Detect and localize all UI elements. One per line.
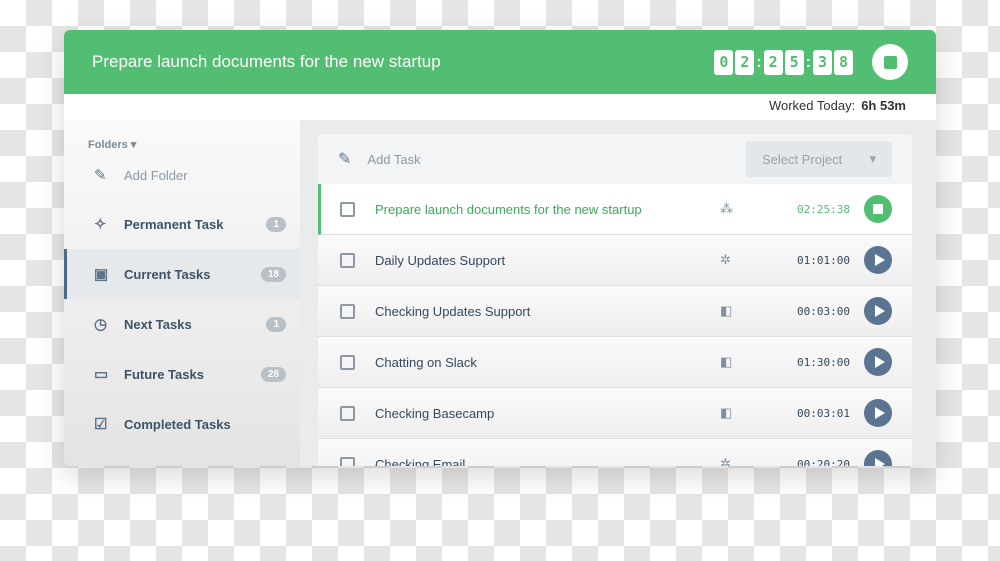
sidebar-item-next-tasks[interactable]: ◷ Next Tasks 1 bbox=[64, 299, 300, 349]
select-project-label: Select Project bbox=[762, 151, 843, 167]
trello-icon: ◧ bbox=[720, 405, 733, 420]
task-row[interactable]: Prepare launch documents for the new sta… bbox=[318, 184, 912, 235]
task-checkbox[interactable] bbox=[340, 201, 355, 217]
clickup-icon: ✲ bbox=[720, 456, 731, 466]
sidebar-item-label: Future Tasks bbox=[124, 366, 204, 382]
trello-icon: ◧ bbox=[720, 303, 733, 318]
add-folder-button[interactable]: ✎ Add Folder bbox=[64, 151, 300, 199]
play-icon bbox=[874, 458, 885, 466]
sidebar-item-permanent-task[interactable]: ✧ Permanent Task 1 bbox=[64, 199, 300, 249]
task-row[interactable]: Checking Updates Support ◧ 00:03:00 bbox=[318, 286, 912, 337]
task-time: 01:30:00 bbox=[797, 355, 850, 369]
sidebar-item-label: Current Tasks bbox=[124, 266, 211, 282]
stop-icon bbox=[873, 204, 883, 214]
timer-digit: 2 bbox=[735, 49, 755, 75]
add-task-input[interactable]: Add Task bbox=[367, 152, 746, 167]
task-name: Prepare launch documents for the new sta… bbox=[375, 201, 642, 217]
play-icon bbox=[874, 407, 885, 419]
task-time: 00:03:01 bbox=[797, 406, 850, 420]
clickup-icon: ✲ bbox=[720, 252, 731, 267]
pencil-icon: ✎ bbox=[338, 151, 352, 168]
folders-label: Folders bbox=[88, 139, 128, 151]
play-icon bbox=[874, 305, 885, 317]
inbox-icon: ▣ bbox=[94, 266, 109, 283]
task-checkbox[interactable] bbox=[340, 405, 355, 421]
sidebar-item-label: Completed Tasks bbox=[124, 416, 231, 432]
timer-digit: 5 bbox=[784, 49, 804, 75]
task-row[interactable]: Checking Basecamp ◧ 00:03:01 bbox=[318, 388, 912, 439]
task-time: 00:03:00 bbox=[797, 304, 850, 318]
play-task-button[interactable] bbox=[864, 399, 892, 427]
stop-timer-button[interactable] bbox=[872, 44, 908, 80]
caret-down-icon: ▾ bbox=[869, 151, 876, 166]
task-name: Checking Basecamp bbox=[375, 405, 495, 421]
play-task-button[interactable] bbox=[864, 297, 892, 325]
running-task-title: Prepare launch documents for the new sta… bbox=[92, 52, 441, 71]
sidebar-item-label: Permanent Task bbox=[124, 216, 224, 232]
sidebar: Folders ▾ ✎ Add Folder ✧ Permanent Task 1 ▣… bbox=[64, 120, 300, 466]
play-task-button[interactable] bbox=[864, 246, 892, 274]
worked-value: 6h 53m bbox=[861, 98, 906, 113]
clock-icon: ◷ bbox=[94, 316, 108, 333]
timer-digit: 2 bbox=[763, 49, 783, 75]
task-name: Daily Updates Support bbox=[375, 252, 506, 268]
count-badge: 28 bbox=[260, 366, 286, 382]
worked-today: Worked Today: 6h 53m bbox=[64, 94, 936, 120]
task-time: 01:01:00 bbox=[797, 253, 850, 267]
play-icon bbox=[874, 356, 885, 368]
timer-digit: 0 bbox=[714, 49, 734, 75]
task-row[interactable]: Daily Updates Support ✲ 01:01:00 bbox=[318, 235, 912, 286]
play-icon bbox=[874, 254, 885, 266]
sidebar-item-label: Next Tasks bbox=[124, 316, 192, 332]
sidebar-item-current-tasks[interactable]: ▣ Current Tasks 18 bbox=[64, 249, 300, 299]
stop-task-button[interactable] bbox=[864, 195, 892, 223]
task-name: Checking Updates Support bbox=[375, 303, 531, 319]
timer-digit: 8 bbox=[834, 49, 853, 75]
play-task-button[interactable] bbox=[864, 348, 892, 376]
add-folder-label: Add Folder bbox=[124, 167, 188, 183]
caret-down-icon: ▾ bbox=[130, 139, 137, 151]
count-badge: 18 bbox=[260, 266, 286, 282]
task-time: 00:20:20 bbox=[797, 457, 850, 467]
pin-icon: ✧ bbox=[94, 216, 107, 233]
task-name: Checking Email bbox=[375, 456, 466, 467]
time-tracker-app: Prepare launch documents for the new sta… bbox=[64, 30, 936, 466]
task-row[interactable]: Checking Email ✲ 00:20:20 bbox=[318, 439, 912, 466]
task-name: Chatting on Slack bbox=[375, 354, 477, 370]
count-badge: 1 bbox=[266, 216, 286, 232]
folder-check-icon: ☑ bbox=[94, 416, 108, 433]
trello-icon: ◧ bbox=[720, 354, 733, 369]
calendar-icon: ▭ bbox=[94, 366, 109, 383]
task-panel: ✎ Add Task Select Project ▾ Prepare launc… bbox=[300, 120, 936, 466]
sidebar-item-completed-tasks[interactable]: ☑ Completed Tasks bbox=[64, 399, 300, 449]
pencil-icon: ✎ bbox=[94, 167, 107, 184]
sidebar-item-future-tasks[interactable]: ▭ Future Tasks 28 bbox=[64, 349, 300, 399]
timer-display: 02:25:38 bbox=[713, 49, 854, 75]
task-checkbox[interactable] bbox=[340, 354, 355, 370]
folders-dropdown[interactable]: Folders ▾ bbox=[64, 138, 300, 151]
play-task-button[interactable] bbox=[864, 450, 892, 466]
select-project-dropdown[interactable]: Select Project ▾ bbox=[746, 141, 892, 177]
timer-digit: 3 bbox=[813, 49, 832, 75]
count-badge: 1 bbox=[266, 316, 286, 332]
task-checkbox[interactable] bbox=[340, 456, 355, 466]
task-checkbox[interactable] bbox=[340, 252, 355, 268]
header: Prepare launch documents for the new sta… bbox=[64, 30, 936, 94]
basecamp-icon: ⁂ bbox=[720, 201, 733, 216]
stop-icon bbox=[883, 55, 897, 69]
worked-label: Worked Today: bbox=[768, 98, 856, 113]
task-checkbox[interactable] bbox=[340, 303, 355, 319]
task-row[interactable]: Chatting on Slack ◧ 01:30:00 bbox=[318, 337, 912, 388]
task-time: 02:25:38 bbox=[797, 202, 850, 216]
